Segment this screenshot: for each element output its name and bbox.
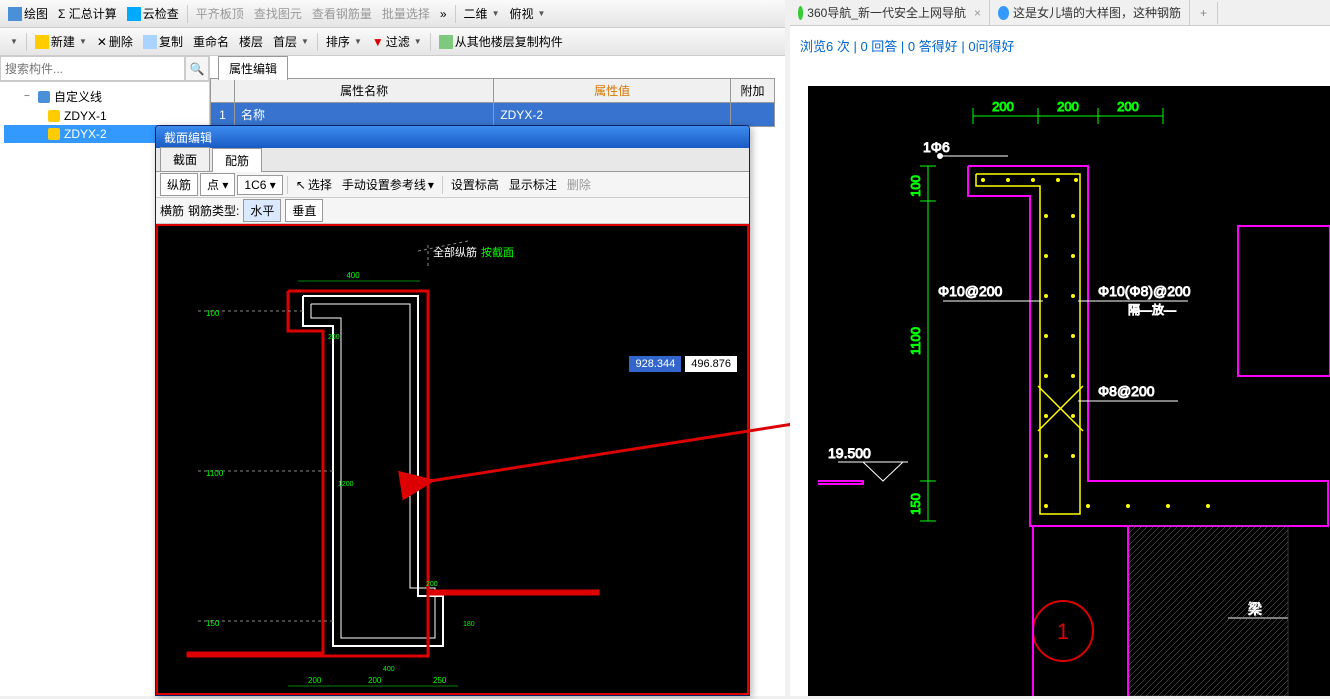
svg-text:200: 200 xyxy=(1057,99,1079,114)
property-table: 属性名称 属性值 附加 1 名称 ZDYX-2 xyxy=(210,78,775,127)
col-extra: 附加 xyxy=(731,79,775,103)
dim-150: 150 xyxy=(206,619,220,628)
detail-number: 1 xyxy=(1057,619,1069,644)
by-section-label: 按截面 xyxy=(481,244,514,260)
set-level-button[interactable]: 设置标高 xyxy=(447,174,503,195)
table-row[interactable]: 1 名称 ZDYX-2 xyxy=(211,103,775,127)
view-2d-dropdown[interactable]: 二维▼ xyxy=(460,3,504,24)
window-title: 截面编辑 xyxy=(156,126,749,148)
search-input[interactable] xyxy=(0,56,185,81)
sum-button[interactable]: Σ 汇总计算 xyxy=(54,3,121,24)
dim-400: 400 xyxy=(346,271,360,280)
rebar-type-label: 钢筋类型: xyxy=(188,202,239,219)
dim-100: 100 xyxy=(206,309,220,318)
more-button[interactable]: » xyxy=(436,5,451,23)
align-button[interactable]: 平齐板顶 xyxy=(192,3,248,24)
dim-400-b: 400 xyxy=(383,666,395,673)
svg-text:1100: 1100 xyxy=(908,327,923,355)
rename-button[interactable]: 重命名 xyxy=(189,31,233,52)
horizontal-button[interactable]: 水平 xyxy=(243,199,281,222)
filter-button[interactable]: ▼过滤▼ xyxy=(368,31,426,52)
tree-item-1[interactable]: ZDYX-1 xyxy=(4,107,205,125)
vertical-button[interactable]: 垂直 xyxy=(285,199,323,222)
dropdown-icon[interactable]: ▼ xyxy=(4,35,22,48)
tab-section[interactable]: 截面 xyxy=(160,147,210,171)
horiz-rebar-label: 横筋 xyxy=(160,202,184,219)
level-label: 19.500 xyxy=(828,445,871,461)
floor-label: 楼层 xyxy=(235,31,267,52)
vert-rebar-button[interactable]: 纵筋 xyxy=(160,173,198,196)
cad-drawing: 200 200 200 100 1100 150 xyxy=(808,86,1330,696)
find-element-button[interactable]: 查找图元 xyxy=(250,3,306,24)
copy-from-floor-button[interactable]: 从其他楼层复制构件 xyxy=(435,31,567,52)
new-button[interactable]: 新建▼ xyxy=(31,31,91,52)
batch-select-button[interactable]: 批量选择 xyxy=(378,3,434,24)
rebar-1-label: Φ10@200 xyxy=(938,283,1003,299)
cloud-check-button[interactable]: 云检查 xyxy=(123,3,183,24)
dim-1100: 1100 xyxy=(206,469,224,478)
draw-button[interactable]: 绘图 xyxy=(4,3,52,24)
breadcrumb: 浏览6 次 | 0 回答 | 0 答得好 | 0问得好 xyxy=(790,26,1330,65)
show-dim-button[interactable]: 显示标注 xyxy=(505,174,561,195)
dim-180: 180 xyxy=(463,621,475,628)
ortho-dropdown[interactable]: 俯视▼ xyxy=(505,3,549,24)
svg-text:200: 200 xyxy=(1117,99,1139,114)
section-canvas[interactable]: 400 100 1100 150 200 1200 200 180 200 20… xyxy=(156,224,749,695)
rebar-3-label: Φ8@200 xyxy=(1098,383,1155,399)
dim-250: 250 xyxy=(433,676,447,685)
browser-tab-2[interactable]: 这是女儿墙的大样图，这种钢筋 xyxy=(990,0,1190,25)
view-rebar-button[interactable]: 查看钢筋量 xyxy=(308,3,376,24)
dim-200-c: 200 xyxy=(308,676,322,685)
delete-button[interactable]: ✕ 删除 xyxy=(93,31,137,52)
tab-rebar[interactable]: 配筋 xyxy=(212,148,262,172)
copy-button[interactable]: 复制 xyxy=(139,31,187,52)
search-button[interactable]: 🔍 xyxy=(185,56,209,81)
rebar-2-label: Φ10(Φ8)@200 xyxy=(1098,283,1191,299)
dim-200-b: 200 xyxy=(426,581,438,588)
floor-dropdown[interactable]: 首层▼ xyxy=(269,31,313,52)
property-tab[interactable]: 属性编辑 xyxy=(218,56,288,80)
close-icon[interactable]: × xyxy=(974,6,981,20)
point-dropdown[interactable]: 点 ▾ xyxy=(200,173,235,196)
dim-200-d: 200 xyxy=(368,676,382,685)
all-rebar-label: 全部纵筋 xyxy=(433,244,477,260)
select-button[interactable]: ↖ 选择 xyxy=(292,174,336,195)
tree-root[interactable]: −自定义线 xyxy=(4,86,205,107)
dim-200-a: 200 xyxy=(328,334,340,341)
spec-dropdown[interactable]: 1C6 ▾ xyxy=(237,175,282,195)
coordinate-display: 928.344 496.876 xyxy=(629,356,737,372)
col-value: 属性值 xyxy=(494,79,731,103)
col-name: 属性名称 xyxy=(235,79,494,103)
delete-rebar-button[interactable]: 删除 xyxy=(563,174,595,195)
new-tab-button[interactable]: + xyxy=(1190,2,1218,24)
svg-text:100: 100 xyxy=(908,175,923,197)
svg-text:200: 200 xyxy=(992,99,1014,114)
browser-tab-1[interactable]: 360导航_新一代安全上网导航× xyxy=(790,0,990,25)
manual-ref-button[interactable]: 手动设置参考线 ▾ xyxy=(338,174,438,195)
rebar-2b-label: 隔—放— xyxy=(1128,302,1176,317)
mark-label: 1Φ6 xyxy=(923,139,950,155)
dim-1200: 1200 xyxy=(338,481,354,488)
svg-text:150: 150 xyxy=(908,493,923,515)
section-editor-window[interactable]: 截面编辑 截面 配筋 纵筋 点 ▾ 1C6 ▾ ↖ 选择 手动设置参考线 ▾ 设… xyxy=(155,125,750,696)
sort-button[interactable]: 排序▼ xyxy=(322,31,366,52)
